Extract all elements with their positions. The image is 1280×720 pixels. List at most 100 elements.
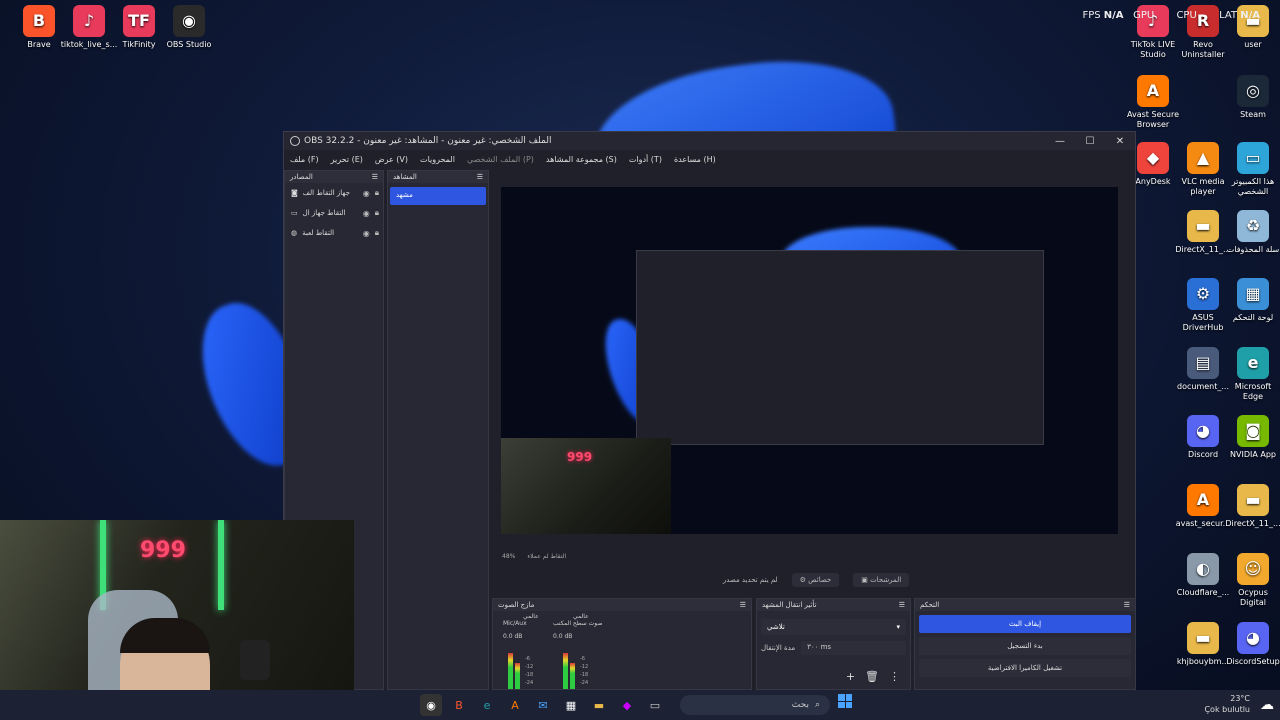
channel-level: 0.0 dB — [553, 633, 573, 640]
no-source-label: لم يتم تحديد مصدر — [722, 576, 778, 584]
meter-tick: -6 — [525, 656, 530, 662]
obs-taskbar-icon[interactable]: ◉ — [420, 694, 442, 716]
menu-item[interactable]: المحرويات — [420, 155, 455, 164]
channel-name: صوت سطح المكتب — [553, 620, 603, 627]
dock-menu-icon[interactable]: ☰ — [1124, 601, 1130, 609]
desktop-icon[interactable]: A Avast Secure Browser — [1124, 75, 1182, 130]
add-icon[interactable]: + — [846, 670, 855, 683]
avast-taskbar-icon[interactable]: A — [504, 694, 526, 716]
discord-setup-icon: ◕ — [1237, 622, 1269, 654]
obs-icon: ◉ — [173, 5, 205, 37]
source-label: التقاط جهاز ال — [302, 209, 346, 217]
meter-tick: -18 — [580, 672, 589, 678]
duration-input[interactable]: ٣٠٠ ms — [801, 641, 906, 655]
menu-item[interactable]: أدوات (T) — [629, 155, 662, 164]
menu-item[interactable]: تحرير (E) — [331, 155, 363, 164]
taskbar-search[interactable]: بحث ⌕ — [680, 695, 830, 715]
desktop-icon-label: DiscordSetup — [1226, 657, 1280, 666]
audio-mixer-dock: مازج الصوت ☰ عالمي Mic/Aux 0.0 dB عالمي ص… — [492, 598, 752, 690]
neon-sign: 999 — [567, 450, 593, 464]
desktop-icon-label: Avast Secure Browser — [1127, 110, 1179, 129]
source-label: جهاز التقاط الف — [302, 189, 350, 197]
obs-window[interactable]: OBS 32.2.2 - الملف الشخصي: غير معنون - ا… — [283, 131, 1136, 691]
transition-select[interactable]: تلاشي ▾ — [761, 619, 906, 635]
menu-item[interactable]: عرض (V) — [375, 155, 408, 164]
edge-taskbar-icon[interactable]: e — [476, 694, 498, 716]
menu-item[interactable]: مجموعة المشاهد (S) — [546, 155, 617, 164]
mail-taskbar-icon[interactable]: ✉ — [532, 694, 554, 716]
filters-button[interactable]: ▣ المرشحات — [853, 573, 910, 587]
folder-icon: ▬ — [1187, 622, 1219, 654]
desktop-icon[interactable]: ▦ لوحة التحكم — [1224, 278, 1280, 323]
desktop-icon[interactable]: ◎ Steam — [1224, 75, 1280, 120]
folder-icon: ▬ — [1237, 484, 1269, 516]
desktop-icon[interactable]: ♻ سلة المحذوفات — [1224, 210, 1280, 255]
eye-icon[interactable]: ◉ — [363, 189, 370, 198]
meter-tick: -12 — [580, 664, 589, 670]
source-toolbar: لم يتم تحديد مصدر ⚙ خصائص ▣ المرشحات — [496, 570, 1136, 590]
desktop-icon[interactable]: e Microsoft Edge — [1224, 347, 1280, 402]
scenes-title: المشاهد — [393, 173, 417, 181]
lock-icon[interactable]: 🔒︎ — [375, 228, 383, 238]
more-icon[interactable]: ⋮ — [889, 670, 900, 683]
desktop-icon-label: Ocypus Digital — [1238, 588, 1268, 607]
desktop-icon-label: سلة المحذوفات — [1226, 245, 1280, 254]
performance-overlay: FPS N/A GPU CPU LAT N/A — [1082, 10, 1260, 21]
menu-item[interactable]: الملف الشخصي (P) — [467, 155, 534, 164]
controls-dock: التحكم ☰ إيقاف البث بدء التسجيل تشغيل الك… — [914, 598, 1136, 690]
file-explorer-icon[interactable]: ▬ — [588, 694, 610, 716]
edge-icon: e — [1237, 347, 1269, 379]
scene-item[interactable]: مشهد — [390, 187, 486, 205]
virtual-camera-button[interactable]: تشغيل الكاميرا الافتراضية — [919, 659, 1131, 677]
controls-title: التحكم — [920, 601, 940, 609]
desktop-icon[interactable]: ◙ NVIDIA App — [1224, 415, 1280, 460]
window-taskbar-icon[interactable]: ▭ — [644, 694, 666, 716]
trash-icon[interactable]: 🗑 — [865, 670, 879, 683]
source-item[interactable]: ◙ جهاز التقاط الف ◉ 🔒︎ — [285, 183, 383, 203]
desktop-icon[interactable]: ◕ DiscordSetup — [1224, 622, 1280, 667]
this-pc-icon: ▭ — [1237, 142, 1269, 174]
store-taskbar-icon[interactable]: ▦ — [560, 694, 582, 716]
dock-menu-icon[interactable]: ☰ — [477, 173, 483, 181]
dock-menu-icon[interactable]: ☰ — [740, 601, 746, 609]
chevron-down-icon: ▾ — [896, 623, 900, 631]
weather-widget[interactable]: 23°C Çok bulutlu — [1204, 693, 1250, 715]
brave-taskbar-icon[interactable]: B — [448, 694, 470, 716]
eye-icon[interactable]: ◉ — [363, 209, 370, 218]
teams-taskbar-icon[interactable]: ◆ — [616, 694, 638, 716]
close-button[interactable]: ✕ — [1105, 132, 1135, 150]
volume-meter — [508, 653, 513, 689]
vlc-icon: ▲ — [1187, 142, 1219, 174]
meter-tick: -24 — [525, 680, 534, 686]
ocypus-icon: ☺ — [1237, 553, 1269, 585]
windows-start-icon[interactable] — [838, 694, 852, 708]
start-recording-button[interactable]: بدء التسجيل — [919, 637, 1131, 655]
meter-tick: -18 — [525, 672, 534, 678]
desktop-icon[interactable]: ◉ OBS Studio — [160, 5, 218, 50]
source-item[interactable]: ◍ التقاط لعبة ◉ 🔒︎ — [285, 223, 383, 243]
desktop-icon[interactable]: ☺ Ocypus Digital — [1224, 553, 1280, 608]
preview-footer: 48% التقاط لم عملاء — [496, 550, 1116, 562]
dock-menu-icon[interactable]: ☰ — [899, 601, 905, 609]
monitor-icon: ▭ — [291, 209, 298, 217]
discord-icon: ◕ — [1187, 415, 1219, 447]
obs-titlebar[interactable]: OBS 32.2.2 - الملف الشخصي: غير معنون - ا… — [284, 132, 1135, 150]
cloud-icon: ☁ — [1260, 697, 1274, 713]
desktop-icon[interactable]: ▬ DirectX_11_... — [1224, 484, 1280, 529]
properties-button[interactable]: ⚙ خصائص — [791, 573, 840, 587]
minimize-button[interactable]: — — [1045, 132, 1075, 150]
maximize-button[interactable]: ☐ — [1075, 132, 1105, 150]
dock-menu-icon[interactable]: ☰ — [372, 173, 378, 181]
eye-icon[interactable]: ◉ — [363, 229, 370, 238]
menu-item[interactable]: مساعدة (H) — [674, 155, 716, 164]
gamepad-icon: ◍ — [291, 229, 298, 237]
lock-icon[interactable]: 🔒︎ — [375, 208, 383, 218]
source-item[interactable]: ▭ التقاط جهاز ال ◉ 🔒︎ — [285, 203, 383, 223]
lock-icon[interactable]: 🔒︎ — [375, 188, 383, 198]
menu-item[interactable]: ملف (F) — [290, 155, 319, 164]
desktop-icon[interactable]: ▭ هذا الكمبيوتر الشخصي — [1224, 142, 1280, 197]
folder-icon: ▬ — [1187, 210, 1219, 242]
window-title: OBS 32.2.2 - الملف الشخصي: غير معنون - ا… — [304, 136, 552, 146]
stop-stream-button[interactable]: إيقاف البث — [919, 615, 1131, 633]
preview-canvas[interactable]: 999 — [501, 187, 1118, 534]
